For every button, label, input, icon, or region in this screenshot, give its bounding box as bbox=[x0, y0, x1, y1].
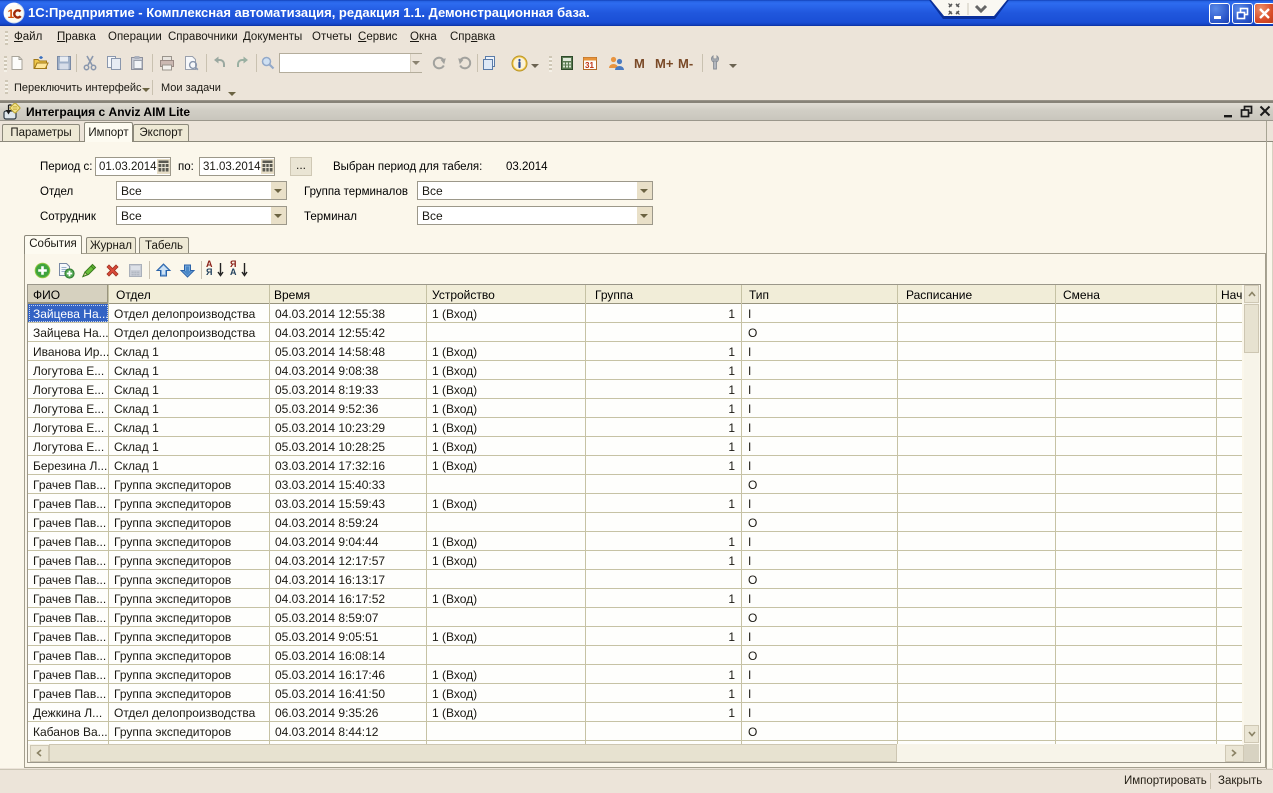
svg-text:31: 31 bbox=[585, 61, 594, 70]
